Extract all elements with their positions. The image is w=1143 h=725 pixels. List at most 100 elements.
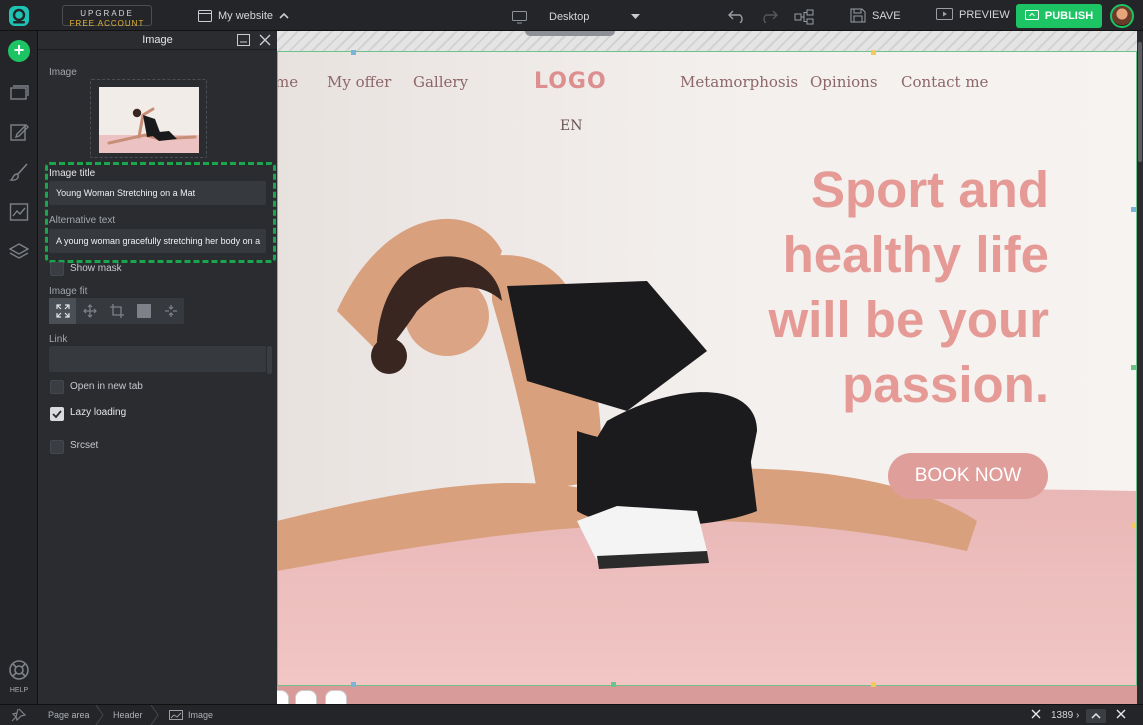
pin-icon[interactable] <box>10 708 26 722</box>
language-switcher[interactable]: EN <box>560 118 582 134</box>
add-element-button[interactable]: + <box>8 40 30 62</box>
image-thumbnail <box>99 87 199 153</box>
srcset-checkbox[interactable] <box>50 440 64 454</box>
lazy-loading-checkbox[interactable] <box>50 407 64 421</box>
play-screen-icon <box>936 8 953 22</box>
image-picker[interactable] <box>90 79 207 158</box>
image-fit-options <box>49 298 184 324</box>
nav-link-contact[interactable]: Contact me <box>901 73 988 91</box>
breadcrumb-page-area[interactable]: Page area <box>48 710 90 720</box>
link-label: Link <box>49 334 68 345</box>
nav-link-metamorphosis[interactable]: Metamorphosis <box>680 73 798 91</box>
fit-center-button[interactable] <box>157 298 184 324</box>
panel-scrollbar[interactable] <box>267 346 272 374</box>
site-logo[interactable]: LOGO <box>534 69 607 94</box>
undo-icon[interactable] <box>728 9 746 23</box>
chevron-up-icon <box>279 12 289 20</box>
caret-down-icon <box>631 14 641 20</box>
edit-icon[interactable] <box>9 122 29 142</box>
device-label: Desktop <box>549 11 590 23</box>
image-settings-panel: Image Image Image title Young Woman Stre… <box>38 31 277 704</box>
editor-canvas: me My offer Gallery Metamorphosis Opinio… <box>277 31 1137 704</box>
fit-crop-button[interactable] <box>103 298 130 324</box>
open-new-tab-checkbox[interactable] <box>50 380 64 394</box>
nav-link-opinions[interactable]: Opinions <box>810 73 878 91</box>
redo-icon[interactable] <box>760 9 778 23</box>
website-name: My website <box>218 10 274 22</box>
close-icon[interactable] <box>1031 709 1041 719</box>
window-icon <box>198 10 212 22</box>
fit-stretch-button[interactable] <box>76 298 103 324</box>
website-selector[interactable]: My website <box>198 7 289 25</box>
resize-handle[interactable] <box>1131 207 1136 212</box>
help-lifebuoy-icon[interactable] <box>8 659 30 681</box>
device-selector[interactable]: Desktop <box>512 8 641 26</box>
nav-link-my-offer[interactable]: My offer <box>327 73 391 91</box>
center-arrows-icon <box>164 304 178 318</box>
minimize-icon[interactable] <box>237 34 250 46</box>
hero-section[interactable]: me My offer Gallery Metamorphosis Opinio… <box>277 51 1137 686</box>
resize-handle[interactable] <box>351 50 356 55</box>
expand-up-button[interactable] <box>1086 709 1106 723</box>
close-icon[interactable] <box>259 34 271 46</box>
hero-headline[interactable]: Sport and healthy life will be your pass… <box>689 157 1049 417</box>
link-input[interactable] <box>49 346 266 372</box>
pages-icon[interactable] <box>9 82 29 102</box>
resize-handle[interactable] <box>1131 365 1136 370</box>
resize-handle[interactable] <box>1131 523 1136 528</box>
canvas-scroll-thumb[interactable] <box>1138 42 1142 162</box>
help-label[interactable]: HELP <box>0 687 38 694</box>
fit-cover-button[interactable] <box>49 298 76 324</box>
user-avatar[interactable] <box>1110 4 1134 28</box>
save-button[interactable]: SAVE <box>850 8 901 23</box>
hide-section-icon[interactable] <box>295 690 317 704</box>
image-title-label: Image title <box>49 168 96 179</box>
left-rail: + HELP <box>0 31 38 704</box>
nav-link-home[interactable]: me <box>277 73 298 91</box>
next-section-strip <box>277 686 1137 704</box>
sitemap-icon[interactable] <box>794 9 814 25</box>
show-mask-label: Show mask <box>70 263 122 274</box>
resize-handle[interactable] <box>351 682 356 687</box>
resize-handle[interactable] <box>871 50 876 55</box>
layers-icon[interactable] <box>9 242 29 262</box>
image-title-input[interactable]: Young Woman Stretching on a Mat <box>49 181 266 205</box>
close-icon[interactable] <box>1116 709 1126 719</box>
brush-icon[interactable] <box>9 162 29 182</box>
canvas-top-stripes <box>277 31 1137 51</box>
panel-header: Image <box>38 31 277 50</box>
delete-section-icon[interactable] <box>325 690 347 704</box>
alt-text-label: Alternative text <box>49 215 116 226</box>
desktop-icon <box>512 10 527 24</box>
alt-text-input[interactable]: A young woman gracefully stretching her … <box>49 229 266 253</box>
breadcrumb-separator-icon <box>95 705 105 725</box>
publish-button[interactable]: PUBLISH <box>1016 4 1102 28</box>
breadcrumb-separator-icon <box>150 705 160 725</box>
breadcrumb-image-label: Image <box>188 710 214 720</box>
open-new-tab-label: Open in new tab <box>70 381 143 392</box>
publish-label: PUBLISH <box>1044 10 1094 22</box>
scroll-up-tab[interactable] <box>525 31 615 36</box>
breadcrumb-image[interactable]: Image <box>169 710 213 720</box>
headline-line: Sport and <box>811 161 1049 218</box>
free-account-label: FREE ACCOUNT <box>69 19 145 28</box>
resize-handle[interactable] <box>871 682 876 687</box>
headline-line: healthy life <box>782 226 1049 283</box>
preview-button[interactable]: PREVIEW <box>936 8 1010 22</box>
publish-icon <box>1024 10 1039 22</box>
resize-handle[interactable] <box>611 682 616 687</box>
lazy-loading-label: Lazy loading <box>70 407 127 418</box>
book-now-button[interactable]: BOOK NOW <box>888 453 1048 499</box>
upgrade-button[interactable]: UPGRADE FREE ACCOUNT <box>62 5 152 28</box>
floppy-disk-icon <box>850 8 866 23</box>
filled-square-icon <box>136 304 151 318</box>
headline-line: will be your <box>768 291 1049 348</box>
section-tool-button[interactable] <box>277 690 289 704</box>
app-logo-icon[interactable] <box>8 5 30 27</box>
analytics-icon[interactable] <box>9 202 29 222</box>
fit-fill-button[interactable] <box>130 298 157 324</box>
nav-link-gallery[interactable]: Gallery <box>413 73 468 91</box>
breadcrumb-header[interactable]: Header <box>113 710 143 720</box>
move-arrows-icon <box>82 304 97 318</box>
show-mask-checkbox[interactable] <box>50 262 64 276</box>
